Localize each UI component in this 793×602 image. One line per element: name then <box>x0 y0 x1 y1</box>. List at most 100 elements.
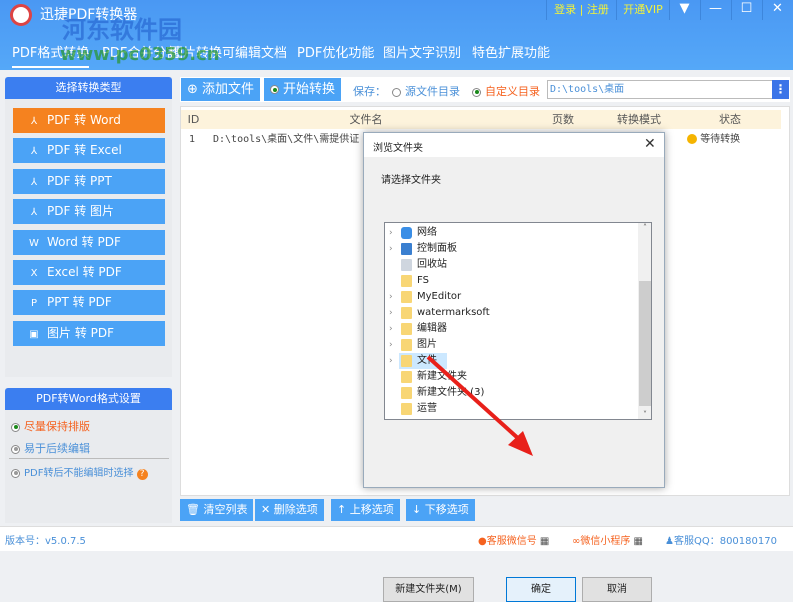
tab-ocr[interactable]: 图片文字识别 <box>383 44 461 68</box>
image-icon: ▣ <box>29 328 39 340</box>
wechat-icon: ● <box>478 536 487 547</box>
dialog-close-icon[interactable]: ✕ <box>644 136 656 152</box>
tree-item[interactable]: › 编辑器 <box>385 321 625 337</box>
radio-custom-dir[interactable]: 自定义目录 <box>472 83 540 99</box>
col-filename: 文件名 <box>349 113 383 126</box>
delete-button[interactable]: ✕ 删除选项 <box>255 499 324 521</box>
folder-icon <box>401 307 412 319</box>
chevron-right-icon[interactable]: › <box>389 353 393 369</box>
pdf-icon: ⅄ <box>30 146 38 158</box>
sidebar-header: 选择转换类型 <box>5 77 172 99</box>
radio-label: 源文件目录 <box>405 85 460 98</box>
chevron-right-icon[interactable]: › <box>389 225 393 241</box>
clear-label: 清空列表 <box>203 503 248 516</box>
tree-item-label: FS <box>417 275 429 286</box>
settings-panel: PDF转Word格式设置 尽量保持排版 易于后续编辑 PDF转后不能编辑时选择 … <box>5 388 172 523</box>
arrow-down-icon: ↓ <box>412 503 422 516</box>
convert-option-1[interactable]: ⅄ PDF 转 Excel <box>13 138 165 164</box>
register-link[interactable]: 注册 <box>587 3 609 16</box>
close-icon[interactable]: ✕ <box>762 0 792 20</box>
folder-tree[interactable]: › 网络 › 控制面板 回收站 FS › MyEditor › watermarksoft › 编辑器… <box>384 222 652 420</box>
move-down-button[interactable]: ↓ 下移选项 <box>406 499 475 521</box>
convert-option-6[interactable]: P PPT 转 PDF <box>13 290 165 316</box>
tree-item[interactable]: › MyEditor <box>385 289 625 305</box>
option-label: PDF转后不能编辑时选择 <box>24 468 134 479</box>
convert-option-5[interactable]: X Excel 转 PDF <box>13 260 165 285</box>
option-label: 易于后续编辑 <box>24 442 90 455</box>
convert-option-2[interactable]: ⅄ PDF 转 PPT <box>13 168 165 194</box>
tree-item-label: 文件 <box>417 355 437 366</box>
chevron-right-icon[interactable]: › <box>389 289 393 305</box>
scroll-up-icon[interactable]: ˄ <box>638 223 651 232</box>
tree-item-label: 新建文件夹 (3) <box>417 387 485 398</box>
tree-item[interactable]: FS <box>385 273 625 289</box>
tree-item-label: 网络 <box>417 227 437 238</box>
vip-button[interactable]: 开通VIP <box>616 0 669 20</box>
scroll-down-icon[interactable]: ˅ <box>638 410 651 419</box>
wechat-label: 客服微信号 <box>486 536 537 547</box>
word-icon: W <box>29 237 39 249</box>
clear-list-button[interactable]: 🗑 清空列表 <box>180 499 254 521</box>
dialog-title: 浏览文件夹 <box>373 143 423 154</box>
convert-option-4[interactable]: W Word 转 PDF <box>13 229 165 255</box>
control-icon <box>401 243 412 255</box>
radio-icon <box>472 87 481 97</box>
radio-source-dir[interactable]: 源文件目录 <box>392 83 460 99</box>
tab-extensions[interactable]: 特色扩展功能 <box>472 44 550 68</box>
convert-option-label: PDF 转 Excel <box>47 143 122 158</box>
mini-program[interactable]: ∞微信小程序 ▦ <box>572 532 643 547</box>
output-path-input[interactable]: D:\tools\桌面 <box>547 80 789 99</box>
add-file-button[interactable]: ⊕ 添加文件 <box>181 78 261 101</box>
option-keep-layout[interactable]: 尽量保持排版 <box>11 418 90 434</box>
pdf-icon: ⅄ <box>30 176 38 188</box>
tree-item-label: MyEditor <box>417 291 462 302</box>
folder-icon <box>401 387 412 399</box>
scroll-thumb[interactable] <box>639 281 651 406</box>
minimize-icon[interactable]: — <box>700 0 730 20</box>
folder-icon <box>401 339 412 351</box>
tree-item[interactable]: › 网络 <box>385 225 625 241</box>
tree-item[interactable]: 新建文件夹 (3) <box>385 385 625 401</box>
maximize-icon[interactable]: ☐ <box>731 0 761 20</box>
dialog-prompt: 请选择文件夹 <box>381 175 441 186</box>
convert-option-7[interactable]: ▣ 图片 转 PDF <box>13 320 165 346</box>
row-id: 1 <box>189 134 196 145</box>
cancel-button[interactable]: 取消 <box>582 577 652 602</box>
tree-item[interactable]: › 控制面板 <box>385 241 625 257</box>
delete-label: 删除选项 <box>273 503 318 516</box>
wechat-service[interactable]: ●客服微信号 ▦ <box>478 532 549 547</box>
move-up-button[interactable]: ↑ 上移选项 <box>331 499 400 521</box>
tree-item[interactable]: 回收站 <box>385 257 625 273</box>
start-convert-button[interactable]: 开始转换 <box>264 78 342 101</box>
option-uneditable[interactable]: PDF转后不能编辑时选择 ? <box>11 464 148 480</box>
new-folder-button[interactable]: 新建文件夹(M) <box>383 577 474 602</box>
tree-scrollbar[interactable]: ˄ ˅ <box>638 223 651 419</box>
tab-pdf-optimize[interactable]: PDF优化功能 <box>297 44 374 68</box>
chevron-right-icon[interactable]: › <box>389 321 393 337</box>
down-label: 下移选项 <box>424 503 469 516</box>
app-logo <box>10 4 32 26</box>
menu-icon[interactable]: ▼ <box>669 0 699 20</box>
separator: | <box>579 3 584 16</box>
qq-service[interactable]: ♟客服QQ：800180170 <box>665 532 777 547</box>
qrcode-icon[interactable]: ▦ <box>634 536 643 547</box>
browse-button[interactable]: ⋮ <box>772 80 789 99</box>
qrcode-icon[interactable]: ▦ <box>540 536 549 547</box>
network-icon <box>401 227 412 239</box>
option-easy-edit[interactable]: 易于后续编辑 <box>11 440 90 456</box>
tree-item[interactable]: › watermarksoft <box>385 305 625 321</box>
pdf-icon: ⅄ <box>30 116 38 127</box>
tree-item[interactable]: › 图片 <box>385 337 625 353</box>
chevron-right-icon[interactable]: › <box>389 305 393 321</box>
chevron-right-icon[interactable]: › <box>389 241 393 257</box>
help-icon[interactable]: ? <box>136 469 148 480</box>
convert-option-3[interactable]: ⅄ PDF 转 图片 <box>13 199 165 225</box>
login-link[interactable]: 登录 <box>554 3 576 16</box>
convert-option-0[interactable]: ⅄ PDF 转 Word <box>13 108 165 133</box>
ok-button[interactable]: 确定 <box>506 577 576 602</box>
login-register: 登录 | 注册 <box>546 0 616 20</box>
tree-item[interactable]: › 文件 <box>389 353 447 369</box>
chevron-right-icon[interactable]: › <box>389 337 393 353</box>
tree-item[interactable]: 运营 <box>385 401 625 417</box>
tree-item[interactable]: 新建文件夹 <box>385 369 625 385</box>
